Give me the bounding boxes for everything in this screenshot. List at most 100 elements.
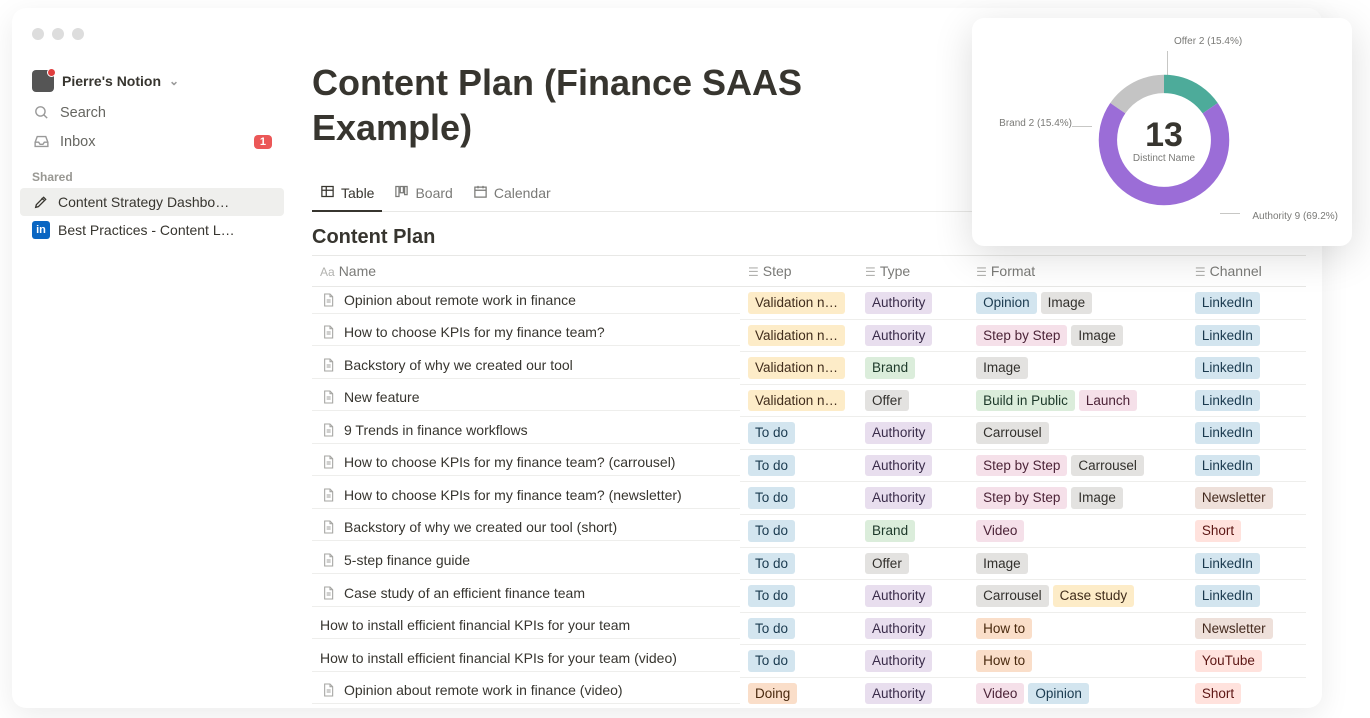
- table-row[interactable]: How to choose KPIs for my finance team?V…: [312, 319, 1306, 352]
- table-row[interactable]: Backstory of why we created our tool (sh…: [312, 514, 1306, 547]
- tab-calendar[interactable]: Calendar: [465, 178, 559, 212]
- cell-type[interactable]: Brand: [857, 352, 968, 385]
- cell-step[interactable]: To do: [740, 645, 857, 678]
- col-step[interactable]: ☰Step: [740, 256, 857, 287]
- cell-step[interactable]: To do: [740, 580, 857, 613]
- cell-channel[interactable]: LinkedIn: [1187, 352, 1306, 385]
- close-window-dot[interactable]: [32, 28, 44, 40]
- maximize-window-dot[interactable]: [72, 28, 84, 40]
- tag-type: Authority: [865, 487, 932, 509]
- cell-step[interactable]: Validation n…: [740, 319, 857, 352]
- cell-format[interactable]: Image: [968, 547, 1187, 580]
- cell-format[interactable]: Image: [968, 352, 1187, 385]
- cell-step[interactable]: To do: [740, 547, 857, 580]
- cell-type[interactable]: Authority: [857, 482, 968, 515]
- table-row[interactable]: 9 Trends in finance workflowsTo doAuthor…: [312, 417, 1306, 450]
- cell-format[interactable]: Step by StepCarrousel: [968, 449, 1187, 482]
- table-row[interactable]: New featureValidation n…OfferBuild in Pu…: [312, 384, 1306, 417]
- cell-step[interactable]: Validation n…: [740, 352, 857, 385]
- cell-channel[interactable]: YouTube: [1187, 645, 1306, 678]
- tag-step: To do: [748, 487, 795, 509]
- cell-type[interactable]: Authority: [857, 449, 968, 482]
- cell-step[interactable]: To do: [740, 514, 857, 547]
- search-button[interactable]: Search: [20, 98, 284, 127]
- cell-channel[interactable]: Short: [1187, 514, 1306, 547]
- cell-type[interactable]: Brand: [857, 514, 968, 547]
- table-row[interactable]: Backstory of why we created our toolVali…: [312, 352, 1306, 385]
- cell-name[interactable]: How to choose KPIs for my finance team? …: [312, 482, 740, 509]
- cell-format[interactable]: Step by StepImage: [968, 319, 1187, 352]
- tab-board[interactable]: Board: [386, 178, 460, 212]
- cell-format[interactable]: Video: [968, 514, 1187, 547]
- cell-name[interactable]: Backstory of why we created our tool: [312, 352, 740, 379]
- col-name[interactable]: AaName: [312, 256, 740, 287]
- cell-step[interactable]: Validation n…: [740, 287, 857, 320]
- col-channel[interactable]: ☰Channel: [1187, 256, 1306, 287]
- cell-channel[interactable]: LinkedIn: [1187, 580, 1306, 613]
- cell-format[interactable]: How to: [968, 645, 1187, 678]
- cell-type[interactable]: Authority: [857, 417, 968, 450]
- table-row[interactable]: 5-step finance guideTo doOfferImageLinke…: [312, 547, 1306, 580]
- cell-type[interactable]: Offer: [857, 547, 968, 580]
- cell-channel[interactable]: LinkedIn: [1187, 417, 1306, 450]
- table-row[interactable]: How to choose KPIs for my finance team? …: [312, 449, 1306, 482]
- cell-name[interactable]: Opinion about remote work in finance (vi…: [312, 677, 740, 704]
- cell-type[interactable]: Authority: [857, 287, 968, 320]
- tag-format: How to: [976, 618, 1032, 640]
- cell-name[interactable]: Case study of an efficient finance team: [312, 580, 740, 607]
- cell-step[interactable]: To do: [740, 417, 857, 450]
- table-row[interactable]: Opinion about remote work in finance (vi…: [312, 677, 1306, 708]
- minimize-window-dot[interactable]: [52, 28, 64, 40]
- cell-channel[interactable]: LinkedIn: [1187, 287, 1306, 320]
- cell-type[interactable]: Authority: [857, 319, 968, 352]
- cell-step[interactable]: To do: [740, 449, 857, 482]
- cell-channel[interactable]: Short: [1187, 677, 1306, 708]
- cell-name[interactable]: How to install efficient financial KPIs …: [312, 645, 740, 672]
- sidebar-page-0[interactable]: Content Strategy Dashbo…: [20, 188, 284, 216]
- inbox-button[interactable]: Inbox 1: [20, 127, 284, 156]
- col-format[interactable]: ☰Format: [968, 256, 1187, 287]
- cell-step[interactable]: Doing: [740, 677, 857, 708]
- cell-channel[interactable]: Newsletter: [1187, 612, 1306, 645]
- table-icon: [320, 184, 335, 202]
- cell-type[interactable]: Authority: [857, 612, 968, 645]
- cell-name[interactable]: New feature: [312, 384, 740, 411]
- cell-type[interactable]: Offer: [857, 384, 968, 417]
- cell-name[interactable]: How to choose KPIs for my finance team?: [312, 319, 740, 346]
- cell-name[interactable]: 5-step finance guide: [312, 547, 740, 574]
- tag-type: Authority: [865, 618, 932, 640]
- table-row[interactable]: How to choose KPIs for my finance team? …: [312, 482, 1306, 515]
- cell-type[interactable]: Authority: [857, 580, 968, 613]
- cell-format[interactable]: VideoOpinion: [968, 677, 1187, 708]
- cell-channel[interactable]: Newsletter: [1187, 482, 1306, 515]
- cell-channel[interactable]: LinkedIn: [1187, 449, 1306, 482]
- sidebar-page-1[interactable]: inBest Practices - Content L…: [20, 216, 284, 244]
- cell-channel[interactable]: LinkedIn: [1187, 319, 1306, 352]
- cell-name[interactable]: How to install efficient financial KPIs …: [312, 612, 740, 639]
- cell-type[interactable]: Authority: [857, 677, 968, 708]
- table-row[interactable]: Opinion about remote work in financeVali…: [312, 287, 1306, 320]
- cell-format[interactable]: CarrouselCase study: [968, 580, 1187, 613]
- table-row[interactable]: How to install efficient financial KPIs …: [312, 645, 1306, 678]
- workspace-switcher[interactable]: Pierre's Notion ⌄: [20, 64, 284, 98]
- cell-name[interactable]: Opinion about remote work in finance: [312, 287, 740, 314]
- cell-format[interactable]: Step by StepImage: [968, 482, 1187, 515]
- cell-format[interactable]: OpinionImage: [968, 287, 1187, 320]
- cell-channel[interactable]: LinkedIn: [1187, 547, 1306, 580]
- cell-format[interactable]: How to: [968, 612, 1187, 645]
- col-type[interactable]: ☰Type: [857, 256, 968, 287]
- tab-table[interactable]: Table: [312, 178, 382, 212]
- cell-channel[interactable]: LinkedIn: [1187, 384, 1306, 417]
- cell-step[interactable]: To do: [740, 482, 857, 515]
- table-row[interactable]: How to install efficient financial KPIs …: [312, 612, 1306, 645]
- cell-format[interactable]: Carrousel: [968, 417, 1187, 450]
- cell-format[interactable]: Build in PublicLaunch: [968, 384, 1187, 417]
- cell-step[interactable]: To do: [740, 612, 857, 645]
- cell-name[interactable]: Backstory of why we created our tool (sh…: [312, 514, 740, 541]
- tag-step: To do: [748, 585, 795, 607]
- cell-name[interactable]: How to choose KPIs for my finance team? …: [312, 449, 740, 476]
- cell-name[interactable]: 9 Trends in finance workflows: [312, 417, 740, 444]
- cell-step[interactable]: Validation n…: [740, 384, 857, 417]
- cell-type[interactable]: Authority: [857, 645, 968, 678]
- table-row[interactable]: Case study of an efficient finance team T…: [312, 580, 1306, 613]
